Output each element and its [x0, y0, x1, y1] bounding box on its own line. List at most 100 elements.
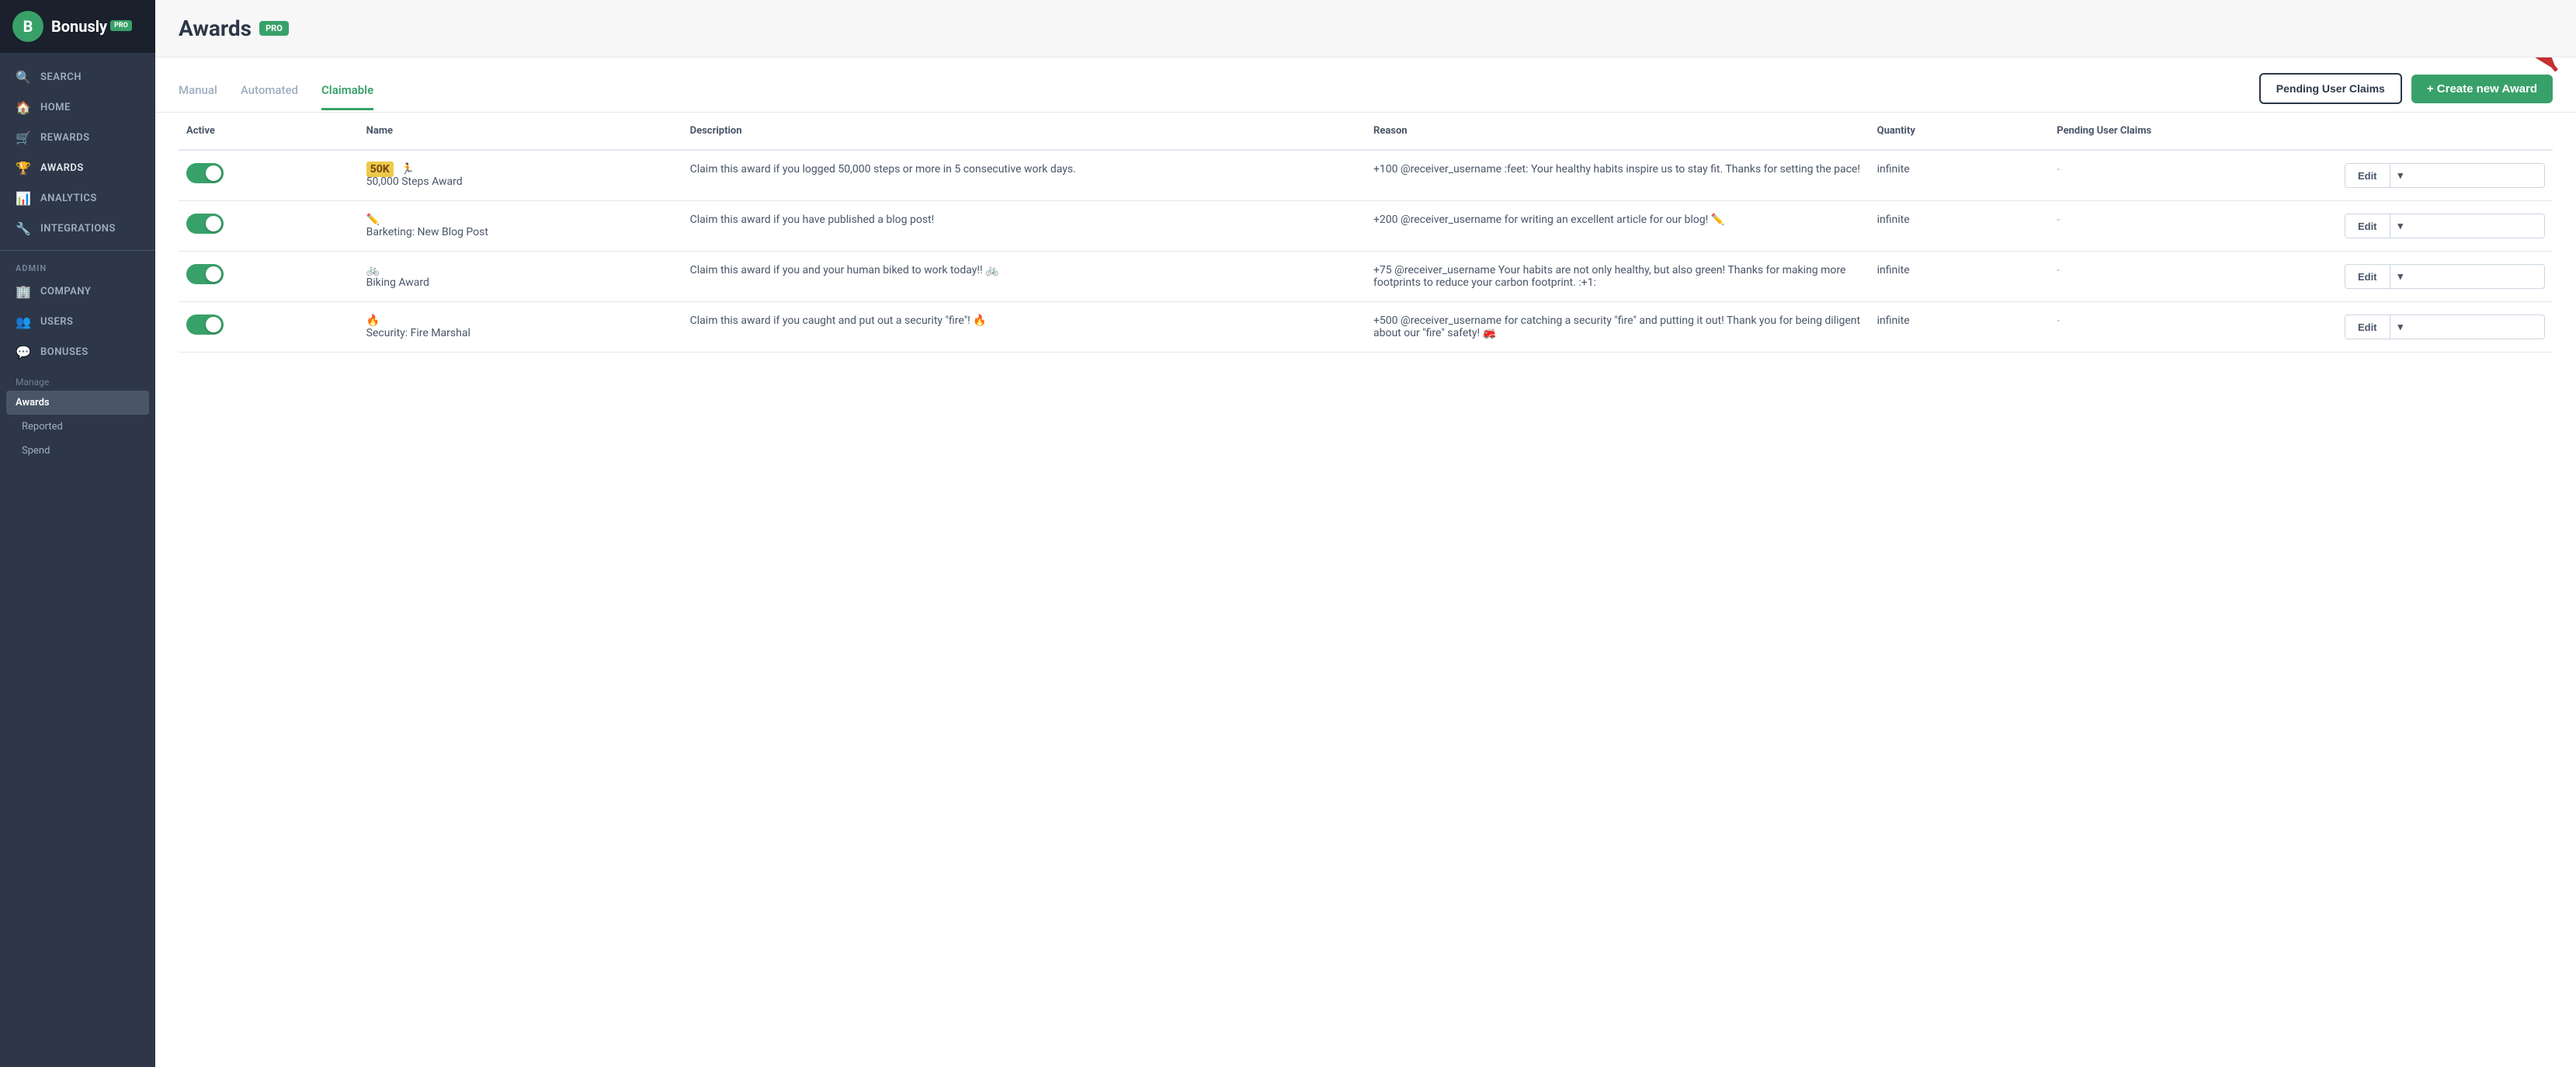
manage-label: Manage: [0, 367, 155, 391]
nav: 🔍 Search 🏠 Home 🛒 Rewards 🏆 Awards 📊 Ana…: [0, 53, 155, 472]
create-award-button[interactable]: + Create new Award: [2411, 75, 2553, 103]
award-icon-1: ✏️: [366, 214, 380, 226]
desc-cell-2: Claim this award if you and your human b…: [682, 252, 1366, 302]
table-row: 🚲 Biking Award Claim this award if you a…: [179, 252, 2553, 302]
pending-cell-3: -: [2049, 302, 2337, 353]
tab-claimable[interactable]: Claimable: [321, 75, 373, 110]
edit-button-2[interactable]: Edit: [2345, 265, 2390, 288]
divider: [0, 250, 155, 251]
edit-button-group-0: Edit ▾: [2345, 163, 2545, 188]
active-cell-2: [179, 252, 359, 302]
name-cell-0: 50K 🏃 50,000 Steps Award: [359, 150, 682, 201]
analytics-icon: 📊: [16, 191, 31, 206]
toggle-2[interactable]: [186, 264, 224, 284]
edit-button-0[interactable]: Edit: [2345, 164, 2390, 187]
col-header-pending: Pending User Claims: [2049, 113, 2337, 150]
sidebar-item-analytics[interactable]: 📊 Analytics: [0, 183, 155, 214]
tab-manual[interactable]: Manual: [179, 75, 217, 110]
search-icon: 🔍: [16, 70, 31, 85]
pro-badge: PRO: [259, 21, 289, 36]
desc-cell-1: Claim this award if you have published a…: [682, 201, 1366, 252]
pending-cell-0: -: [2049, 150, 2337, 201]
sidebar-sub-reported[interactable]: Reported: [0, 415, 155, 439]
edit-button-1[interactable]: Edit: [2345, 214, 2390, 238]
table-row: 🔥 Security: Fire Marshal Claim this awar…: [179, 302, 2553, 353]
sidebar-item-integrations[interactable]: 🔧 Integrations: [0, 214, 155, 244]
edit-button-group-1: Edit ▾: [2345, 214, 2545, 238]
actions-cell-2: Edit ▾: [2337, 252, 2553, 302]
toggle-3[interactable]: [186, 315, 224, 335]
sidebar-item-search[interactable]: 🔍 Search: [0, 62, 155, 92]
company-icon: 🏢: [16, 284, 31, 299]
col-header-actions: [2337, 113, 2553, 150]
awards-table: Active Name Description Reason Quantity …: [179, 113, 2553, 353]
rewards-icon: 🛒: [16, 130, 31, 145]
page-title-row: Awards PRO: [179, 16, 2553, 41]
actions-cell-3: Edit ▾: [2337, 302, 2553, 353]
table-row: 50K 🏃 50,000 Steps Award Claim this awar…: [179, 150, 2553, 201]
bonuses-icon: 💬: [16, 345, 31, 360]
admin-section-label: ADMIN: [0, 257, 155, 276]
table-header-row: Active Name Description Reason Quantity …: [179, 113, 2553, 150]
sidebar-item-users[interactable]: 👥 Users: [0, 307, 155, 337]
logo-icon: B: [12, 11, 43, 42]
actions-row: Pending User Claims + Create new Award: [2259, 73, 2553, 112]
desc-cell-3: Claim this award if you caught and put o…: [682, 302, 1366, 353]
page-title: Awards: [179, 16, 252, 41]
col-header-quantity: Quantity: [1870, 113, 2050, 150]
tabs: Manual Automated Claimable: [179, 75, 373, 110]
logo-area: B BonuslyPRO: [0, 0, 155, 53]
integrations-icon: 🔧: [16, 221, 31, 236]
sidebar-item-awards[interactable]: 🏆 Awards: [0, 153, 155, 183]
edit-button-group-2: Edit ▾: [2345, 264, 2545, 289]
col-header-reason: Reason: [1366, 113, 1870, 150]
main-content: Awards PRO Manual Automated Claimable Pe…: [155, 0, 2576, 1067]
sidebar-item-bonuses[interactable]: 💬 Bonuses: [0, 337, 155, 367]
col-header-name: Name: [359, 113, 682, 150]
logo-text: BonuslyPRO: [51, 17, 132, 36]
qty-cell-2: infinite: [1870, 252, 2050, 302]
edit-dropdown-0[interactable]: ▾: [2390, 164, 2411, 187]
reason-cell-2: +75 @receiver_username Your habits are n…: [1366, 252, 1870, 302]
award-icon-2: 🚲: [366, 264, 380, 276]
toggle-0[interactable]: [186, 163, 224, 183]
actions-cell-1: Edit ▾: [2337, 201, 2553, 252]
table-row: ✏️ Barketing: New Blog Post Claim this a…: [179, 201, 2553, 252]
awards-icon: 🏆: [16, 161, 31, 176]
tab-automated[interactable]: Automated: [241, 75, 298, 110]
home-icon: 🏠: [16, 100, 31, 115]
sidebar-item-company[interactable]: 🏢 Company: [0, 276, 155, 307]
qty-cell-3: infinite: [1870, 302, 2050, 353]
pending-cell-1: -: [2049, 201, 2337, 252]
award-icon-0: 50K: [366, 162, 394, 177]
sidebar: B BonuslyPRO 🔍 Search 🏠 Home 🛒 Rewards 🏆…: [0, 0, 155, 1067]
actions-cell-0: Edit ▾: [2337, 150, 2553, 201]
qty-cell-1: infinite: [1870, 201, 2050, 252]
edit-button-3[interactable]: Edit: [2345, 315, 2390, 339]
active-cell-1: [179, 201, 359, 252]
sidebar-sub-spend[interactable]: Spend: [0, 439, 155, 463]
name-cell-3: 🔥 Security: Fire Marshal: [359, 302, 682, 353]
sidebar-item-rewards[interactable]: 🛒 Rewards: [0, 123, 155, 153]
edit-dropdown-2[interactable]: ▾: [2390, 265, 2411, 288]
edit-button-group-3: Edit ▾: [2345, 315, 2545, 339]
reason-cell-0: +100 @receiver_username :feet: Your heal…: [1366, 150, 1870, 201]
reason-cell-1: +200 @receiver_username for writing an e…: [1366, 201, 1870, 252]
award-emoji-0: 🏃: [401, 163, 414, 176]
edit-dropdown-3[interactable]: ▾: [2390, 315, 2411, 339]
tabs-and-actions: Manual Automated Claimable Pending User …: [155, 57, 2576, 113]
page-header: Awards PRO: [155, 0, 2576, 57]
reason-cell-3: +500 @receiver_username for catching a s…: [1366, 302, 1870, 353]
col-header-description: Description: [682, 113, 1366, 150]
content-area: Manual Automated Claimable Pending User …: [155, 57, 2576, 1067]
qty-cell-0: infinite: [1870, 150, 2050, 201]
col-header-active: Active: [179, 113, 359, 150]
sidebar-item-home[interactable]: 🏠 Home: [0, 92, 155, 123]
award-icon-3: 🔥: [366, 315, 380, 327]
desc-cell-0: Claim this award if you logged 50,000 st…: [682, 150, 1366, 201]
edit-dropdown-1[interactable]: ▾: [2390, 214, 2411, 238]
sidebar-sub-awards[interactable]: Awards: [6, 391, 149, 415]
name-cell-1: ✏️ Barketing: New Blog Post: [359, 201, 682, 252]
toggle-1[interactable]: [186, 214, 224, 234]
pending-claims-button[interactable]: Pending User Claims: [2259, 73, 2402, 104]
